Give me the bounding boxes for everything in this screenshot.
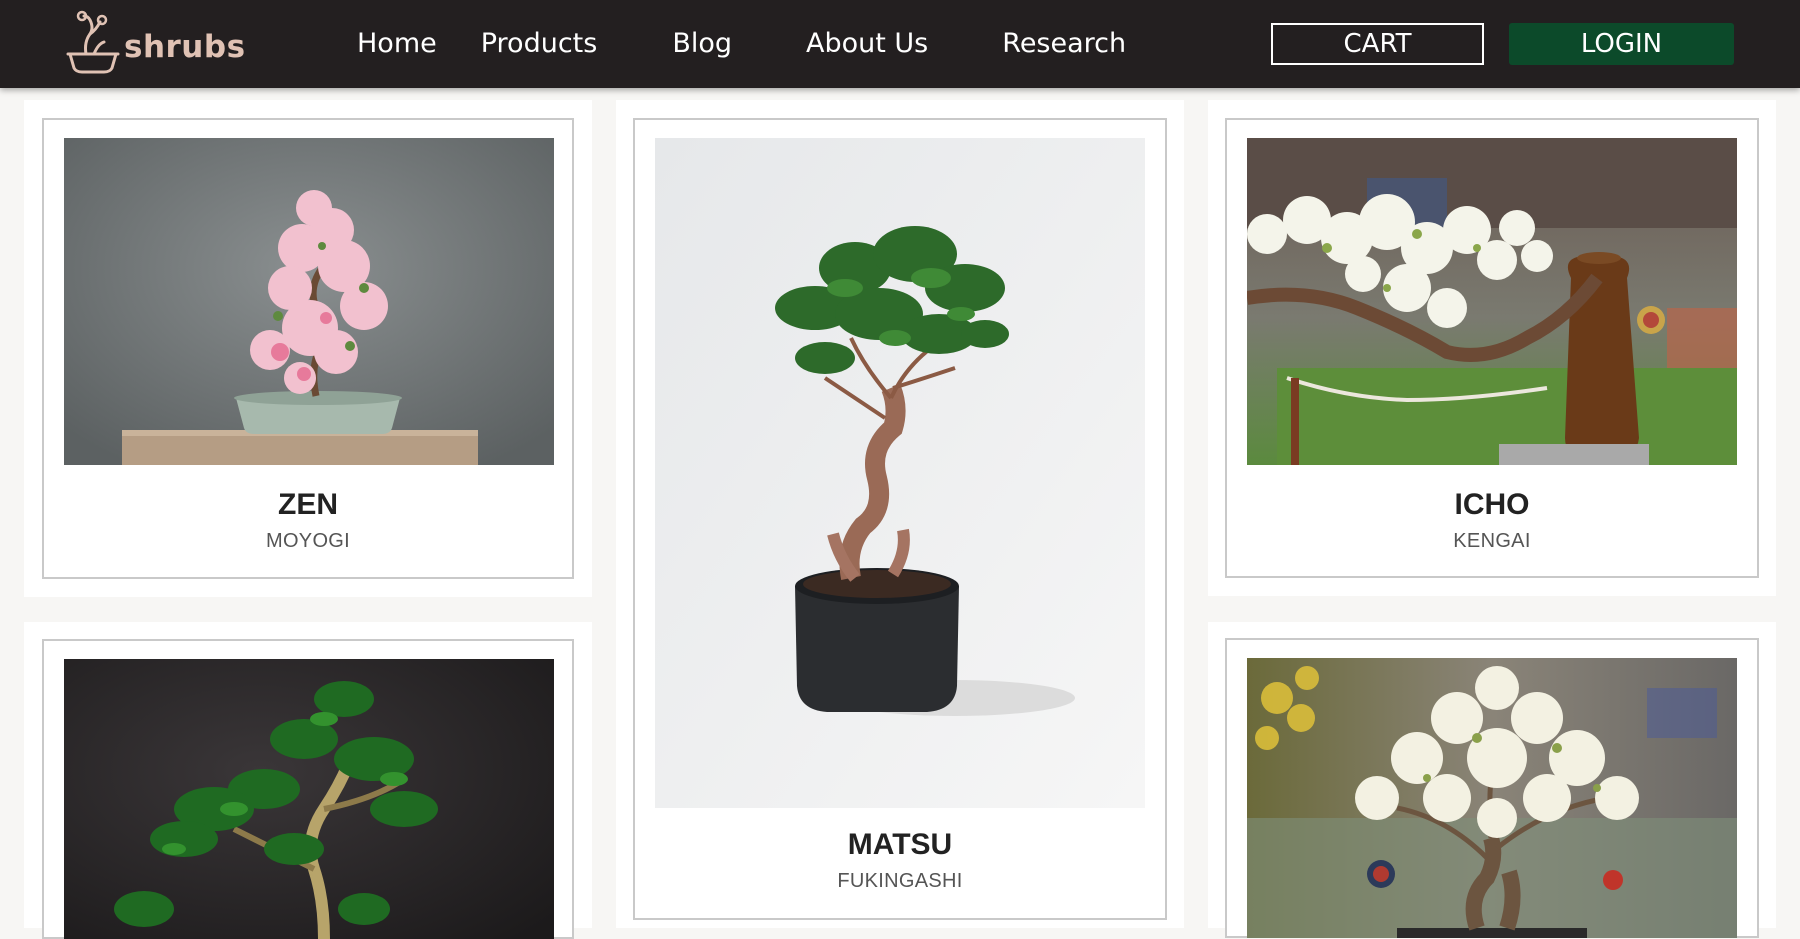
bonsai-pot-icon: [66, 10, 120, 74]
nav-research-link[interactable]: Research: [1002, 22, 1126, 66]
product-tile: [1208, 622, 1776, 938]
brand-logo[interactable]: shrubs: [64, 8, 246, 74]
product-tile: ICHO KENGAI: [1208, 100, 1776, 596]
product-image-matsu: [655, 138, 1145, 808]
nav-about-link[interactable]: About Us: [806, 22, 928, 66]
product-name: ICHO: [1454, 488, 1530, 521]
main-nav: Home Products Blog About Us Research: [357, 22, 1126, 66]
product-tile: [24, 622, 592, 939]
site-header: shrubs Home Products Blog About Us Resea…: [0, 0, 1800, 88]
product-style: FUKINGASHI: [837, 870, 963, 892]
cart-button[interactable]: CART: [1271, 23, 1484, 65]
product-tile: ZEN MOYOGI: [24, 100, 592, 597]
product-card-zen[interactable]: ZEN MOYOGI: [42, 118, 574, 579]
product-image: [1247, 658, 1737, 938]
product-card-icho[interactable]: ICHO KENGAI: [1225, 118, 1759, 578]
nav-products-link[interactable]: Products: [481, 22, 598, 66]
product-style: MOYOGI: [265, 530, 351, 552]
product-style: KENGAI: [1453, 530, 1531, 552]
brand-name: shrubs: [124, 29, 246, 65]
product-image: [64, 659, 554, 939]
nav-blog-link[interactable]: Blog: [672, 22, 732, 66]
product-name: MATSU: [847, 828, 953, 861]
product-name: ZEN: [278, 488, 338, 521]
login-button[interactable]: LOGIN: [1509, 23, 1734, 65]
product-card[interactable]: [1225, 638, 1759, 938]
product-image-zen: [64, 138, 554, 465]
product-image-icho: [1247, 138, 1737, 465]
product-tile: MATSU FUKINGASHI: [616, 100, 1184, 928]
nav-home-link[interactable]: Home: [357, 22, 437, 66]
product-card[interactable]: [42, 639, 574, 939]
product-card-matsu[interactable]: MATSU FUKINGASHI: [633, 118, 1167, 920]
